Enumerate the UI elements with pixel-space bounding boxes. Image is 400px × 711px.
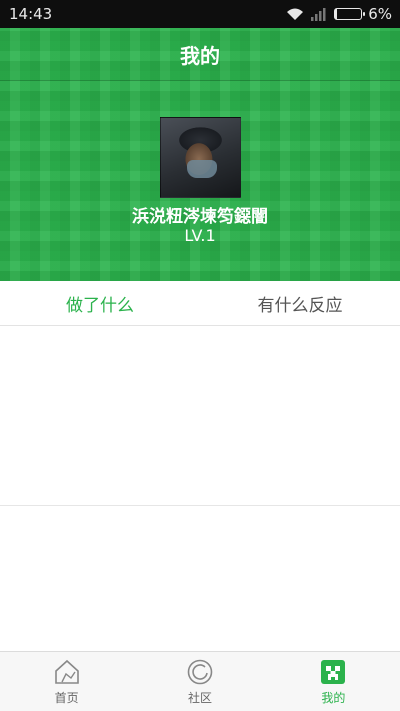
nav-mine[interactable]: 我的 (267, 652, 400, 711)
page-title: 我的 (180, 44, 220, 68)
status-time: 14:43 (9, 5, 53, 23)
user-level: LV.1 (184, 226, 216, 245)
avatar-mask-detail (187, 160, 217, 178)
profile-tabs: 做了什么 有什么反应 (0, 281, 400, 326)
signal-icon (311, 8, 326, 21)
username: 浜涚粈涔堜笉鐚闇 (132, 207, 268, 227)
tab-reactions[interactable]: 有什么反应 (200, 281, 400, 325)
nav-community[interactable]: 社区 (133, 652, 266, 711)
status-bar: 14:43 6% (0, 0, 400, 28)
nav-community-label: 社区 (187, 690, 212, 705)
home-icon (54, 659, 79, 684)
nav-home[interactable]: 首页 (0, 652, 133, 711)
header-divider (0, 80, 400, 81)
status-icons: 6% (286, 5, 392, 23)
battery-fill (335, 9, 337, 19)
screen: 14:43 6% 我的 浜涚粈涔堜笉鐚闇 LV.1 做了什么 有什么反应 首页 … (0, 0, 400, 711)
community-icon (187, 659, 213, 684)
creeper-icon (321, 659, 346, 684)
battery-icon (334, 8, 366, 20)
bottom-nav: 首页 社区 我的 (0, 651, 400, 711)
wifi-icon (287, 8, 304, 20)
tab-activity[interactable]: 做了什么 (0, 281, 200, 325)
profile-header: 我的 浜涚粈涔堜笉鐚闇 LV.1 (0, 28, 400, 281)
nav-mine-label: 我的 (321, 690, 346, 705)
content-divider (0, 505, 400, 506)
nav-home-label: 首页 (54, 690, 79, 705)
battery-percent: 6% (368, 5, 392, 23)
avatar[interactable] (160, 117, 241, 198)
